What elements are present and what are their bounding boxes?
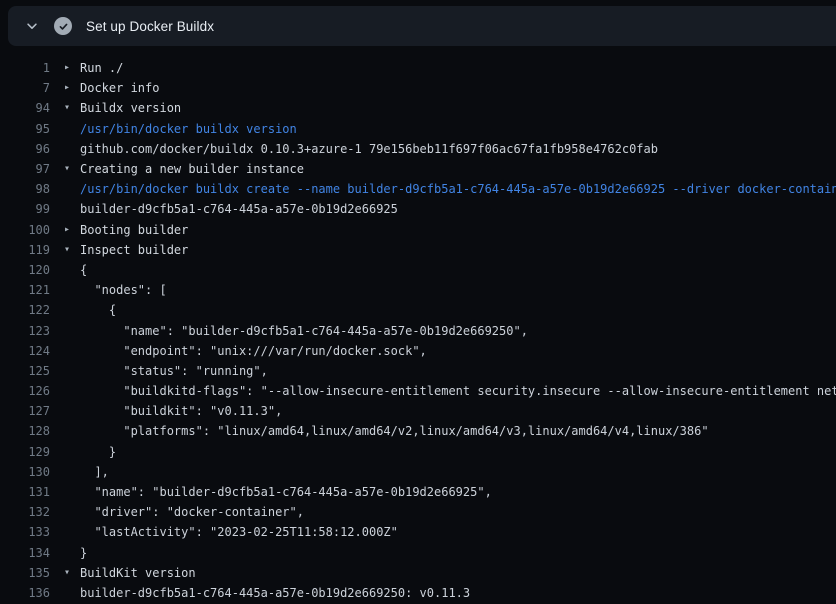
log-line: 95 /usr/bin/docker buildx version [0, 119, 836, 139]
log-line-text: { [80, 303, 116, 317]
line-number[interactable]: 130 [0, 465, 50, 479]
log-line-text: ], [80, 465, 109, 479]
chevron-expanded-icon[interactable]: ▾ [64, 159, 80, 179]
log-line-text: Run ./ [80, 61, 123, 75]
line-number[interactable]: 97 [0, 162, 50, 176]
line-number[interactable]: 132 [0, 505, 50, 519]
log-line-text: /usr/bin/docker buildx version [80, 122, 297, 136]
check-circle-icon [54, 17, 72, 35]
log-line: 127 "buildkit": "v0.11.3", [0, 401, 836, 421]
log-line: 124 "endpoint": "unix:///var/run/docker.… [0, 341, 836, 361]
log-line-text: { [80, 263, 87, 277]
log-line: 121 "nodes": [ [0, 280, 836, 300]
line-number[interactable]: 119 [0, 243, 50, 257]
log-line: 133 "lastActivity": "2023-02-25T11:58:12… [0, 522, 836, 542]
log-line[interactable]: 94 ▾ Buildx version [0, 98, 836, 118]
log-line-text: "name": "builder-d9cfb5a1-c764-445a-a57e… [80, 485, 492, 499]
log-line-text: BuildKit version [80, 566, 196, 580]
log-line: 136 builder-d9cfb5a1-c764-445a-a57e-0b19… [0, 583, 836, 603]
log-line-text: Creating a new builder instance [80, 162, 304, 176]
log-line-text: "platforms": "linux/amd64,linux/amd64/v2… [80, 424, 709, 438]
log-line-text: Buildx version [80, 101, 181, 115]
log-line-text: Docker info [80, 81, 159, 95]
chevron-expanded-icon[interactable]: ▾ [64, 98, 80, 118]
log-line-text: builder-d9cfb5a1-c764-445a-a57e-0b19d2e6… [80, 202, 398, 216]
log-line: 122 { [0, 300, 836, 320]
log-line: 132 "driver": "docker-container", [0, 502, 836, 522]
log-line: 131 "name": "builder-d9cfb5a1-c764-445a-… [0, 482, 836, 502]
log-line-text: builder-d9cfb5a1-c764-445a-a57e-0b19d2e6… [80, 586, 470, 600]
line-number[interactable]: 94 [0, 101, 50, 115]
log-line-text: "buildkit": "v0.11.3", [80, 404, 282, 418]
step-title: Set up Docker Buildx [86, 19, 214, 34]
chevron-down-icon[interactable] [24, 18, 40, 34]
log-line-text: } [80, 445, 116, 459]
log-line-text: /usr/bin/docker buildx create --name bui… [80, 182, 836, 196]
log-line[interactable]: 135 ▾ BuildKit version [0, 563, 836, 583]
log-line[interactable]: 1 ▸ Run ./ [0, 58, 836, 78]
chevron-collapsed-icon[interactable]: ▸ [64, 58, 80, 78]
log-line[interactable]: 7 ▸ Docker info [0, 78, 836, 98]
log-line-text: "lastActivity": "2023-02-25T11:58:12.000… [80, 525, 398, 539]
log-line[interactable]: 97 ▾ Creating a new builder instance [0, 159, 836, 179]
log-line: 99 builder-d9cfb5a1-c764-445a-a57e-0b19d… [0, 199, 836, 219]
log-line-text: Inspect builder [80, 243, 188, 257]
log-line-text: "name": "builder-d9cfb5a1-c764-445a-a57e… [80, 324, 528, 338]
line-number[interactable]: 133 [0, 525, 50, 539]
line-number[interactable]: 124 [0, 344, 50, 358]
log-line: 120 { [0, 260, 836, 280]
log-line: 130 ], [0, 462, 836, 482]
actions-log-viewer: Set up Docker Buildx 1 ▸ Run ./ 7 ▸ Dock… [0, 0, 836, 604]
log-line-text: "driver": "docker-container", [80, 505, 304, 519]
line-number[interactable]: 96 [0, 142, 50, 156]
log-line[interactable]: 119 ▾ Inspect builder [0, 240, 836, 260]
log-line: 129 } [0, 442, 836, 462]
line-number[interactable]: 99 [0, 202, 50, 216]
line-number[interactable]: 98 [0, 182, 50, 196]
chevron-expanded-icon[interactable]: ▾ [64, 563, 80, 583]
line-number[interactable]: 136 [0, 586, 50, 600]
line-number[interactable]: 7 [0, 81, 50, 95]
line-number[interactable]: 125 [0, 364, 50, 378]
log-line-text: "nodes": [ [80, 283, 167, 297]
chevron-expanded-icon[interactable]: ▾ [64, 240, 80, 260]
line-number[interactable]: 134 [0, 546, 50, 560]
line-number[interactable]: 135 [0, 566, 50, 580]
line-number[interactable]: 126 [0, 384, 50, 398]
line-number[interactable]: 127 [0, 404, 50, 418]
log-line: 134 } [0, 543, 836, 563]
log-line-text: "buildkitd-flags": "--allow-insecure-ent… [80, 384, 836, 398]
log-line: 96 github.com/docker/buildx 0.10.3+azure… [0, 139, 836, 159]
log-line: 128 "platforms": "linux/amd64,linux/amd6… [0, 421, 836, 441]
line-number[interactable]: 128 [0, 424, 50, 438]
log-line-text: "status": "running", [80, 364, 268, 378]
line-number[interactable]: 100 [0, 223, 50, 237]
log-line: 125 "status": "running", [0, 361, 836, 381]
log-line-text: } [80, 546, 87, 560]
line-number[interactable]: 129 [0, 445, 50, 459]
log-line: 126 "buildkitd-flags": "--allow-insecure… [0, 381, 836, 401]
step-header[interactable]: Set up Docker Buildx [8, 6, 836, 46]
line-number[interactable]: 95 [0, 122, 50, 136]
log-lines-container: 1 ▸ Run ./ 7 ▸ Docker info 94 ▾ Buildx v… [0, 46, 836, 604]
chevron-collapsed-icon[interactable]: ▸ [64, 78, 80, 98]
line-number[interactable]: 120 [0, 263, 50, 277]
line-number[interactable]: 121 [0, 283, 50, 297]
log-line: 123 "name": "builder-d9cfb5a1-c764-445a-… [0, 320, 836, 340]
log-line-text: Booting builder [80, 223, 188, 237]
log-line-text: "endpoint": "unix:///var/run/docker.sock… [80, 344, 427, 358]
line-number[interactable]: 123 [0, 324, 50, 338]
chevron-collapsed-icon[interactable]: ▸ [64, 220, 80, 240]
log-line-text: github.com/docker/buildx 0.10.3+azure-1 … [80, 142, 658, 156]
line-number[interactable]: 131 [0, 485, 50, 499]
log-line: 98 /usr/bin/docker buildx create --name … [0, 179, 836, 199]
line-number[interactable]: 122 [0, 303, 50, 317]
log-line[interactable]: 100 ▸ Booting builder [0, 220, 836, 240]
line-number[interactable]: 1 [0, 61, 50, 75]
